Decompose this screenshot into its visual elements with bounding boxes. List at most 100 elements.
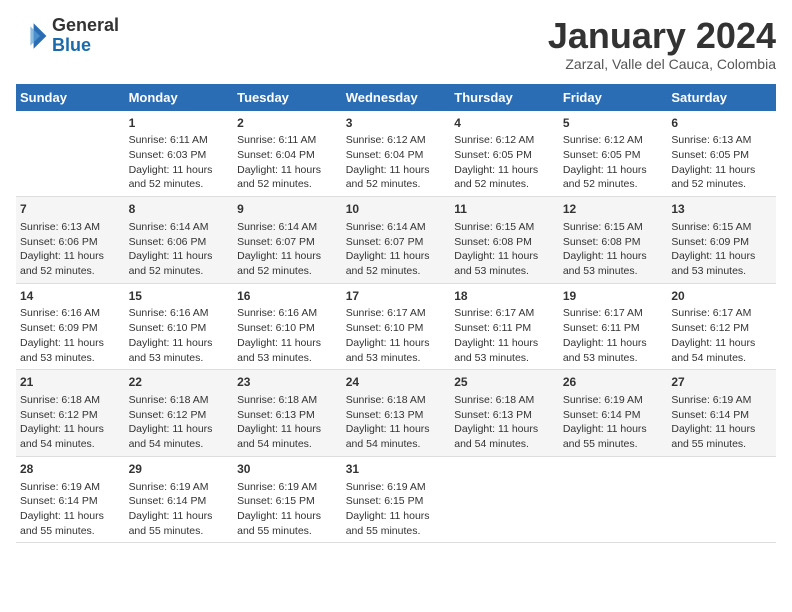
day-number: 13 — [671, 201, 772, 218]
day-info: Sunrise: 6:14 AM Sunset: 6:07 PM Dayligh… — [237, 220, 338, 279]
day-info: Sunrise: 6:12 AM Sunset: 6:04 PM Dayligh… — [346, 133, 447, 192]
logo-icon — [16, 20, 48, 52]
calendar-cell: 25 Sunrise: 6:18 AM Sunset: 6:13 PM Dayli… — [450, 370, 559, 457]
day-number: 28 — [20, 461, 121, 478]
calendar-cell: 15Sunrise: 6:16 AM Sunset: 6:10 PM Dayli… — [125, 283, 234, 370]
calendar-cell: 13 Sunrise: 6:15 AM Sunset: 6:09 PM Dayli… — [667, 197, 776, 284]
day-number: 24 — [346, 374, 447, 391]
day-info: Sunrise: 6:14 AM Sunset: 6:06 PM Dayligh… — [129, 220, 230, 279]
day-number: 1 — [129, 115, 230, 132]
logo: General Blue — [16, 16, 119, 56]
day-info: Sunrise: 6:16 AM Sunset: 6:10 PM Dayligh… — [237, 306, 338, 365]
page-header: General Blue January 2024 Zarzal, Valle … — [16, 16, 776, 72]
day-number: 10 — [346, 201, 447, 218]
day-info: Sunrise: 6:15 AM Sunset: 6:09 PM Dayligh… — [671, 220, 772, 279]
calendar-cell: 8 Sunrise: 6:14 AM Sunset: 6:06 PM Daylig… — [125, 197, 234, 284]
day-info: Sunrise: 6:18 AM Sunset: 6:13 PM Dayligh… — [454, 393, 555, 452]
day-info: Sunrise: 6:11 AM Sunset: 6:04 PM Dayligh… — [237, 133, 338, 192]
calendar-cell: 28 Sunrise: 6:19 AM Sunset: 6:14 PM Dayli… — [16, 456, 125, 543]
calendar-cell: 18Sunrise: 6:17 AM Sunset: 6:11 PM Dayli… — [450, 283, 559, 370]
day-info: Sunrise: 6:18 AM Sunset: 6:13 PM Dayligh… — [237, 393, 338, 452]
weekday-header-sunday: Sunday — [16, 84, 125, 111]
calendar-week-row: 1Sunrise: 6:11 AM Sunset: 6:03 PM Daylig… — [16, 111, 776, 197]
calendar-cell: 10 Sunrise: 6:14 AM Sunset: 6:07 PM Dayli… — [342, 197, 451, 284]
calendar-cell: 3Sunrise: 6:12 AM Sunset: 6:04 PM Daylig… — [342, 111, 451, 197]
logo-general-text: General — [52, 15, 119, 35]
day-number: 17 — [346, 288, 447, 305]
calendar-table: SundayMondayTuesdayWednesdayThursdayFrid… — [16, 84, 776, 544]
calendar-cell — [16, 111, 125, 197]
day-info: Sunrise: 6:16 AM Sunset: 6:10 PM Dayligh… — [129, 306, 230, 365]
day-number: 12 — [563, 201, 664, 218]
weekday-header-thursday: Thursday — [450, 84, 559, 111]
day-info: Sunrise: 6:13 AM Sunset: 6:05 PM Dayligh… — [671, 133, 772, 192]
month-title: January 2024 — [548, 16, 776, 56]
day-info: Sunrise: 6:19 AM Sunset: 6:15 PM Dayligh… — [346, 480, 447, 539]
calendar-week-row: 28 Sunrise: 6:19 AM Sunset: 6:14 PM Dayli… — [16, 456, 776, 543]
logo-blue-text: Blue — [52, 35, 91, 55]
calendar-cell: 14Sunrise: 6:16 AM Sunset: 6:09 PM Dayli… — [16, 283, 125, 370]
day-info: Sunrise: 6:18 AM Sunset: 6:13 PM Dayligh… — [346, 393, 447, 452]
calendar-cell: 26 Sunrise: 6:19 AM Sunset: 6:14 PM Dayli… — [559, 370, 668, 457]
day-info: Sunrise: 6:17 AM Sunset: 6:11 PM Dayligh… — [454, 306, 555, 365]
location-text: Zarzal, Valle del Cauca, Colombia — [548, 56, 776, 72]
weekday-header-row: SundayMondayTuesdayWednesdayThursdayFrid… — [16, 84, 776, 111]
day-info: Sunrise: 6:19 AM Sunset: 6:15 PM Dayligh… — [237, 480, 338, 539]
day-info: Sunrise: 6:17 AM Sunset: 6:11 PM Dayligh… — [563, 306, 664, 365]
day-info: Sunrise: 6:16 AM Sunset: 6:09 PM Dayligh… — [20, 306, 121, 365]
calendar-cell: 30 Sunrise: 6:19 AM Sunset: 6:15 PM Dayli… — [233, 456, 342, 543]
calendar-cell: 27Sunrise: 6:19 AM Sunset: 6:14 PM Dayli… — [667, 370, 776, 457]
calendar-cell: 12Sunrise: 6:15 AM Sunset: 6:08 PM Dayli… — [559, 197, 668, 284]
day-info: Sunrise: 6:18 AM Sunset: 6:12 PM Dayligh… — [20, 393, 121, 452]
day-info: Sunrise: 6:19 AM Sunset: 6:14 PM Dayligh… — [20, 480, 121, 539]
day-number: 14 — [20, 288, 121, 305]
day-number: 31 — [346, 461, 447, 478]
day-number: 3 — [346, 115, 447, 132]
day-info: Sunrise: 6:19 AM Sunset: 6:14 PM Dayligh… — [563, 393, 664, 452]
calendar-cell: 20Sunrise: 6:17 AM Sunset: 6:12 PM Dayli… — [667, 283, 776, 370]
day-number: 4 — [454, 115, 555, 132]
calendar-cell — [450, 456, 559, 543]
day-number: 11 — [454, 201, 555, 218]
day-info: Sunrise: 6:18 AM Sunset: 6:12 PM Dayligh… — [129, 393, 230, 452]
day-number: 25 — [454, 374, 555, 391]
weekday-header-tuesday: Tuesday — [233, 84, 342, 111]
day-info: Sunrise: 6:15 AM Sunset: 6:08 PM Dayligh… — [454, 220, 555, 279]
calendar-cell: 22Sunrise: 6:18 AM Sunset: 6:12 PM Dayli… — [125, 370, 234, 457]
day-number: 16 — [237, 288, 338, 305]
calendar-week-row: 21 Sunrise: 6:18 AM Sunset: 6:12 PM Dayli… — [16, 370, 776, 457]
day-number: 2 — [237, 115, 338, 132]
day-number: 20 — [671, 288, 772, 305]
calendar-week-row: 14Sunrise: 6:16 AM Sunset: 6:09 PM Dayli… — [16, 283, 776, 370]
day-number: 30 — [237, 461, 338, 478]
calendar-cell: 24 Sunrise: 6:18 AM Sunset: 6:13 PM Dayli… — [342, 370, 451, 457]
day-number: 5 — [563, 115, 664, 132]
calendar-cell: 6Sunrise: 6:13 AM Sunset: 6:05 PM Daylig… — [667, 111, 776, 197]
day-info: Sunrise: 6:12 AM Sunset: 6:05 PM Dayligh… — [454, 133, 555, 192]
day-number: 19 — [563, 288, 664, 305]
calendar-cell: 7Sunrise: 6:13 AM Sunset: 6:06 PM Daylig… — [16, 197, 125, 284]
day-number: 8 — [129, 201, 230, 218]
weekday-header-saturday: Saturday — [667, 84, 776, 111]
calendar-body: 1Sunrise: 6:11 AM Sunset: 6:03 PM Daylig… — [16, 111, 776, 543]
day-info: Sunrise: 6:14 AM Sunset: 6:07 PM Dayligh… — [346, 220, 447, 279]
calendar-cell: 9 Sunrise: 6:14 AM Sunset: 6:07 PM Daylig… — [233, 197, 342, 284]
calendar-cell — [667, 456, 776, 543]
calendar-cell: 17Sunrise: 6:17 AM Sunset: 6:10 PM Dayli… — [342, 283, 451, 370]
day-number: 26 — [563, 374, 664, 391]
day-info: Sunrise: 6:13 AM Sunset: 6:06 PM Dayligh… — [20, 220, 121, 279]
calendar-cell: 19Sunrise: 6:17 AM Sunset: 6:11 PM Dayli… — [559, 283, 668, 370]
day-info: Sunrise: 6:17 AM Sunset: 6:12 PM Dayligh… — [671, 306, 772, 365]
title-block: January 2024 Zarzal, Valle del Cauca, Co… — [548, 16, 776, 72]
calendar-cell: 31 Sunrise: 6:19 AM Sunset: 6:15 PM Dayli… — [342, 456, 451, 543]
calendar-cell: 5Sunrise: 6:12 AM Sunset: 6:05 PM Daylig… — [559, 111, 668, 197]
calendar-cell — [559, 456, 668, 543]
day-info: Sunrise: 6:17 AM Sunset: 6:10 PM Dayligh… — [346, 306, 447, 365]
calendar-cell: 2Sunrise: 6:11 AM Sunset: 6:04 PM Daylig… — [233, 111, 342, 197]
day-number: 21 — [20, 374, 121, 391]
day-number: 9 — [237, 201, 338, 218]
calendar-cell: 16Sunrise: 6:16 AM Sunset: 6:10 PM Dayli… — [233, 283, 342, 370]
calendar-cell: 11 Sunrise: 6:15 AM Sunset: 6:08 PM Dayli… — [450, 197, 559, 284]
day-number: 18 — [454, 288, 555, 305]
calendar-cell: 4Sunrise: 6:12 AM Sunset: 6:05 PM Daylig… — [450, 111, 559, 197]
